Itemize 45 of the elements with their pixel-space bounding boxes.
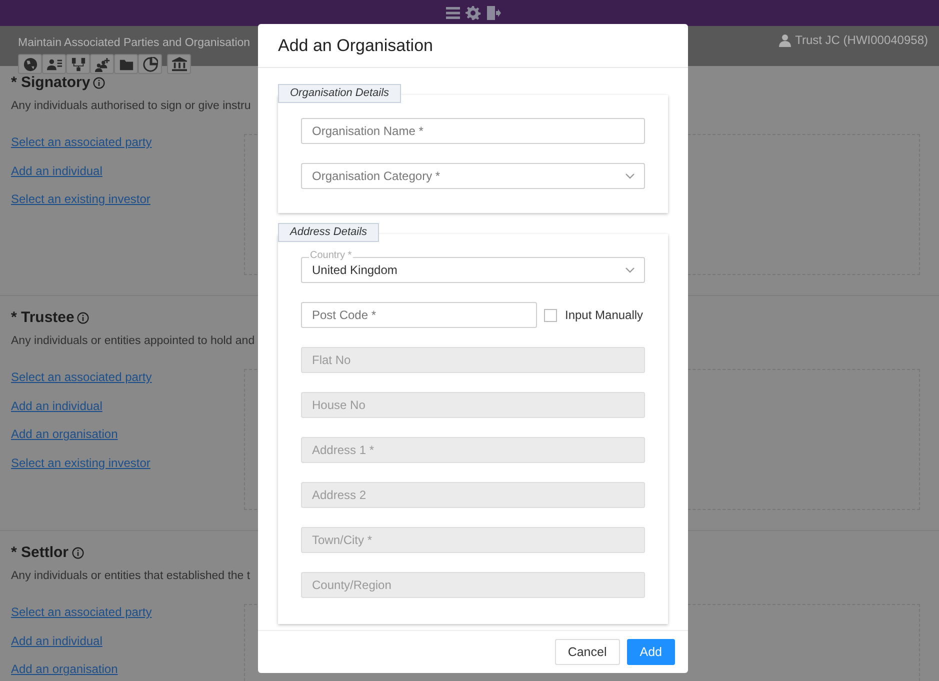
chevron-down-icon [625,172,635,180]
section-heading: * Trustee [11,308,74,328]
hierarchy-icon[interactable] [66,54,90,74]
bank-icon[interactable] [167,54,191,74]
party-link[interactable]: Select an associated party [11,369,152,385]
party-link[interactable]: Add an individual [11,162,102,178]
globe-icon[interactable] [18,54,42,74]
chevron-down-icon [625,266,635,274]
input-field[interactable]: Post Code * [301,302,537,328]
section-description: Any individuals authorised to sign or give instru [11,99,251,114]
add-button[interactable]: Add [626,639,675,665]
checkbox-label: Input Manually [565,307,644,324]
info-icon[interactable] [77,312,90,324]
party-link[interactable]: Select an associated party [11,604,152,620]
info-icon[interactable] [72,547,84,559]
user-icon [779,34,792,46]
logout-icon[interactable] [484,5,500,21]
checkbox[interactable] [544,308,557,322]
section-heading: * Signatory [11,73,90,93]
select-field[interactable]: Organisation Category * [301,163,645,189]
input-field[interactable]: Organisation Name * [301,118,645,144]
party-link[interactable]: Add an organisation [11,661,118,677]
group-legend: Organisation Details [278,84,402,103]
pie-chart-icon[interactable] [138,54,162,74]
field-label: Country * [309,250,353,261]
user-name: Trust JC (HWI00040958) [795,32,928,49]
group-legend: Address Details [278,223,380,242]
info-icon[interactable] [93,77,106,89]
party-link[interactable]: Select an associated party [11,134,152,150]
party-link[interactable]: Add an organisation [11,426,118,442]
settings-icon[interactable] [464,5,480,21]
contacts-icon[interactable] [42,54,66,74]
dialog-title: Add an Organisation [258,24,688,68]
add-people-icon[interactable] [90,54,114,74]
party-link[interactable]: Select an existing investor [11,454,150,470]
section-heading: * Settlor [11,543,69,563]
section-description: Any individuals or entities appointed to hold and [11,334,255,349]
page-title: Maintain Associated Parties and Organisation [18,36,250,51]
folder-icon[interactable] [114,54,138,74]
section-description: Any individuals or entities that established the t [11,569,250,584]
menu-icon[interactable] [444,5,460,21]
party-link[interactable]: Add an individual [11,398,102,414]
party-link[interactable]: Add an individual [11,632,102,648]
party-link[interactable]: Select an existing investor [11,191,150,207]
cancel-button[interactable]: Cancel [554,639,620,665]
